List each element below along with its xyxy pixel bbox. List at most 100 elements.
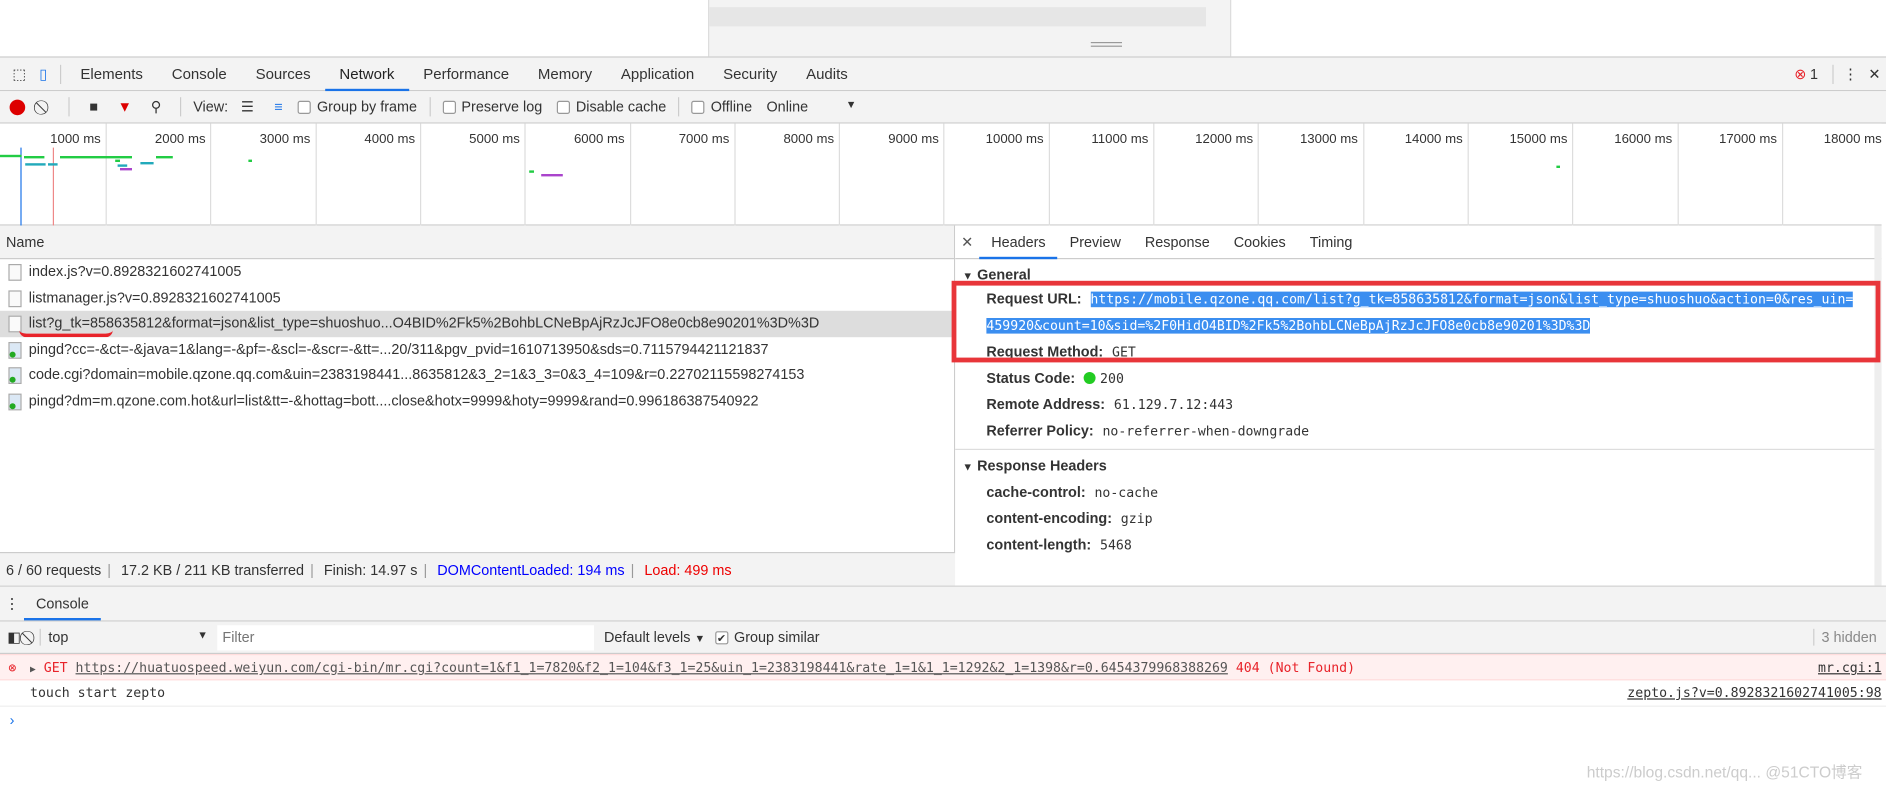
tab-console-drawer[interactable]: Console xyxy=(24,587,101,621)
preserve-log-label: Preserve log xyxy=(461,98,543,116)
default-levels-dropdown[interactable]: Default levels ▼ xyxy=(604,629,705,646)
capture-screenshots-icon[interactable]: ■ xyxy=(82,98,106,115)
tab-application[interactable]: Application xyxy=(606,57,708,91)
tab-response[interactable]: Response xyxy=(1133,225,1222,259)
offline-checkbox[interactable]: Offline xyxy=(691,98,752,115)
request-row[interactable]: listmanager.js?v=0.8928321602741005 xyxy=(0,285,954,311)
throttle-value: Online xyxy=(766,98,809,116)
tab-security[interactable]: Security xyxy=(709,57,792,91)
timeline-request-bar xyxy=(120,168,132,171)
source-link[interactable]: mr.cgi:1 xyxy=(1818,655,1882,681)
tab-network[interactable]: Network xyxy=(325,57,409,91)
tab-timing[interactable]: Timing xyxy=(1298,225,1365,259)
timeline-request-bar xyxy=(60,156,133,159)
timeline-tick-label: 16000 ms xyxy=(1614,132,1673,147)
expand-triangle-icon[interactable]: ▶ xyxy=(30,664,36,675)
preserve-log-checkbox[interactable]: Preserve log xyxy=(442,98,542,115)
timeline-request-bar xyxy=(529,170,534,173)
status-code-label: Status Code: xyxy=(986,369,1076,387)
overview-icon[interactable]: ≡ xyxy=(267,98,291,115)
search-icon[interactable]: ⚲ xyxy=(144,98,168,115)
console-log-message: touch start zepto zepto.js?v=0.892832160… xyxy=(0,680,1886,707)
timeline-request-bar xyxy=(248,159,253,162)
request-method: GET xyxy=(43,660,68,676)
name-column-header[interactable]: Name xyxy=(0,225,955,260)
clear-icon[interactable]: ⃠ xyxy=(32,98,56,116)
watermark: https://blog.csdn.net/qq... @51CTO博客 xyxy=(1586,763,1863,782)
timeline-tick-label: 2000 ms xyxy=(154,132,206,147)
image-icon xyxy=(8,341,22,359)
tab-audits[interactable]: Audits xyxy=(792,57,863,91)
more-options-icon[interactable]: ⋮ xyxy=(1838,65,1862,82)
tab-elements[interactable]: Elements xyxy=(66,57,157,91)
timeline-tick-label: 7000 ms xyxy=(678,132,730,147)
tab-preview[interactable]: Preview xyxy=(1058,225,1133,259)
header-key: content-length: xyxy=(986,536,1092,554)
context-select[interactable]: top ▼ xyxy=(40,628,208,646)
detail-scrollbar[interactable] xyxy=(1874,225,1882,586)
timeline-tick-label: 11000 ms xyxy=(1091,132,1149,147)
header-key: content-encoding: xyxy=(986,510,1112,527)
request-row[interactable]: code.cgi?domain=mobile.qzone.qq.com&uin=… xyxy=(0,363,954,389)
request-row[interactable]: list?g_tk=858635812&format=json&list_typ… xyxy=(0,311,955,338)
prompt-chevron-icon: › xyxy=(9,711,15,729)
file-icon xyxy=(8,264,22,281)
error-icon[interactable]: ⊗ xyxy=(1794,65,1806,82)
timeline-request-bar xyxy=(0,154,22,158)
request-row[interactable]: pingd?dm=m.qzone.com.hot&url=list&tt=-&h… xyxy=(0,389,954,415)
tab-console[interactable]: Console xyxy=(157,57,241,91)
timeline-tick-label: 15000 ms xyxy=(1509,132,1568,147)
status-code-value: 200 xyxy=(1100,370,1124,387)
timeline-gridline xyxy=(210,123,212,226)
network-overview-timeline[interactable]: 1000 ms 2000 ms 3000 ms 4000 ms 5000 ms 6000 … xyxy=(0,123,1882,226)
console-filter-input[interactable] xyxy=(217,624,595,650)
highlight-annotation-box xyxy=(951,280,1881,363)
timeline-request-bar xyxy=(25,163,46,166)
header-value: 5468 xyxy=(1100,537,1132,554)
timeline-request-bar xyxy=(140,162,154,165)
request-row[interactable]: index.js?v=0.8928321602741005 xyxy=(0,259,954,285)
inspect-element-icon[interactable]: ⬚ xyxy=(7,65,31,82)
group-by-frame-label: Group by frame xyxy=(316,98,418,116)
request-name: code.cgi?domain=mobile.qzone.qq.com&uin=… xyxy=(28,366,805,384)
response-headers-toggle[interactable]: ▼ Response Headers xyxy=(955,452,1881,478)
console-prompt[interactable]: › xyxy=(0,707,1886,733)
filter-icon[interactable]: ▼ xyxy=(113,98,137,115)
request-row[interactable]: pingd?cc=-&ct=-&java=1&lang=-&pf=-&scl=-… xyxy=(0,337,954,363)
tab-cookies[interactable]: Cookies xyxy=(1222,225,1298,259)
timeline-tick-label: 4000 ms xyxy=(364,132,416,147)
drawer-menu-icon[interactable]: ⋮ xyxy=(0,595,24,612)
tab-sources[interactable]: Sources xyxy=(241,57,325,91)
sidebar-toggle-icon[interactable]: ◧ xyxy=(7,629,21,646)
tab-performance[interactable]: Performance xyxy=(409,57,524,91)
timeline-gridline xyxy=(1048,123,1050,226)
network-toolbar: ⃠ ■ ▼ ⚲ View: ☰ ≡ Group by frame Preserv… xyxy=(0,91,1886,124)
record-button[interactable] xyxy=(9,99,26,115)
request-name: pingd?dm=m.qzone.com.hot&url=list&tt=-&h… xyxy=(28,392,759,410)
group-similar-checkbox[interactable]: ✔ Group similar xyxy=(714,629,820,646)
status-ok-icon xyxy=(1084,372,1097,384)
response-header-row: content-length: 5468 xyxy=(955,532,1881,558)
group-by-frame-checkbox[interactable]: Group by frame xyxy=(297,98,418,116)
error-url-link[interactable]: https://huatuospeed.weiyun.com/cgi-bin/m… xyxy=(76,660,1228,676)
timeline-tick-label: 5000 ms xyxy=(469,132,520,147)
close-detail-icon[interactable]: ✕ xyxy=(955,233,979,250)
timeline-gridline xyxy=(1677,123,1679,226)
close-devtools-icon[interactable]: ✕ xyxy=(1862,65,1886,82)
timeline-gridline xyxy=(629,123,631,226)
view-label: View: xyxy=(193,98,229,116)
request-detail-pane: ✕ Headers Preview Response Cookies Timin… xyxy=(955,225,1882,586)
response-header-row: content-encoding: gzip xyxy=(955,505,1881,531)
device-toolbar-icon[interactable]: ▯ xyxy=(31,65,55,82)
timeline-request-bar xyxy=(24,156,45,159)
throttle-select[interactable]: Online ▼ xyxy=(766,98,856,115)
large-rows-icon[interactable]: ☰ xyxy=(235,98,259,115)
timeline-tick-label: 14000 ms xyxy=(1404,132,1463,147)
context-value: top xyxy=(48,628,69,646)
tab-headers[interactable]: Headers xyxy=(979,225,1059,259)
timeline-request-bar xyxy=(115,159,121,162)
tab-memory[interactable]: Memory xyxy=(524,57,607,91)
source-link[interactable]: zepto.js?v=0.8928321602741005:98 xyxy=(1627,680,1881,706)
error-count[interactable]: 1 xyxy=(1810,65,1818,82)
disable-cache-checkbox[interactable]: Disable cache xyxy=(556,98,666,115)
